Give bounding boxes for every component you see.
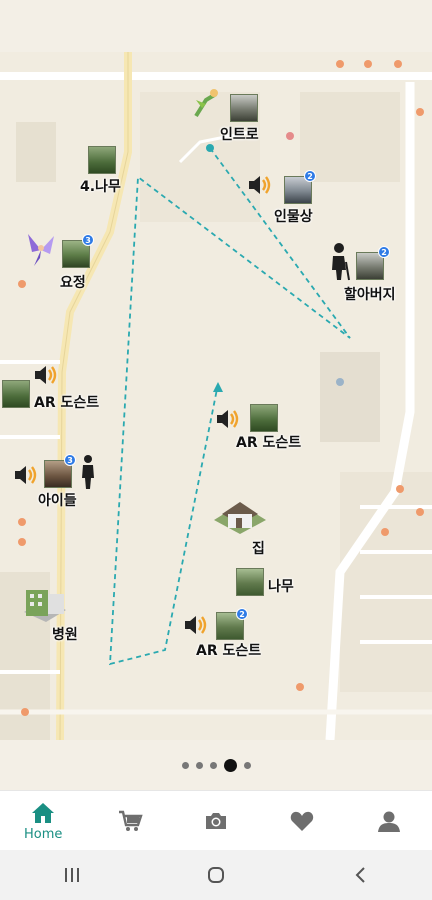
nav-favorites[interactable] bbox=[259, 791, 345, 850]
poi-ar-docent-1-label: AR 도슨트 bbox=[34, 395, 100, 411]
poi-tree-label: 나무 bbox=[268, 579, 294, 595]
grandpa-badge: 2 bbox=[378, 246, 390, 258]
back-button[interactable] bbox=[330, 855, 390, 895]
user-icon bbox=[377, 811, 400, 832]
audio-speaker-icon bbox=[249, 176, 271, 194]
page-dot[interactable] bbox=[209, 761, 217, 769]
poi-intro-label: 인트로 bbox=[220, 127, 259, 143]
poi-kids-label: 아이들 bbox=[38, 493, 77, 509]
home-circle-icon bbox=[208, 867, 224, 883]
ar3-badge: 2 bbox=[236, 608, 248, 620]
ar1-thumbnail bbox=[2, 380, 30, 408]
heart-icon bbox=[291, 811, 314, 831]
fairy-badge: 3 bbox=[82, 234, 94, 246]
page-dot[interactable] bbox=[243, 761, 251, 769]
audio-speaker-icon bbox=[217, 410, 239, 428]
page-dot[interactable] bbox=[181, 761, 189, 769]
nav-camera[interactable] bbox=[173, 791, 259, 850]
poi-statue-label: 인물상 bbox=[274, 209, 313, 225]
grandpa-silhouette-icon bbox=[332, 243, 350, 281]
poi-fairy-label: 요정 bbox=[60, 275, 86, 291]
nav-home-label: Home bbox=[24, 826, 63, 842]
home-icon bbox=[32, 802, 55, 823]
back-icon bbox=[355, 867, 365, 883]
bottom-navigation: Home bbox=[0, 790, 432, 850]
audio-speaker-icon bbox=[15, 466, 37, 484]
audio-speaker-icon bbox=[35, 366, 57, 384]
nav-shop[interactable] bbox=[86, 791, 172, 850]
child-silhouette-icon bbox=[82, 455, 94, 489]
tree4-thumbnail bbox=[88, 146, 116, 174]
cart-icon bbox=[118, 810, 143, 831]
nav-home[interactable]: Home bbox=[0, 791, 86, 850]
poi-hospital-label: 병원 bbox=[52, 627, 78, 643]
page-dot-active[interactable] bbox=[223, 758, 237, 772]
fairy-figure-icon bbox=[194, 89, 218, 118]
poi-tree-4-label: 4.나무 bbox=[80, 179, 121, 195]
audio-speaker-icon bbox=[185, 616, 207, 634]
tree-thumbnail bbox=[236, 568, 264, 596]
intro-thumbnail bbox=[230, 94, 258, 122]
poi-ar-docent-2-label: AR 도슨트 bbox=[236, 435, 302, 451]
system-home-button[interactable] bbox=[186, 855, 246, 895]
nav-profile[interactable] bbox=[346, 791, 432, 850]
recent-apps-button[interactable] bbox=[42, 855, 102, 895]
statue-badge: 2 bbox=[304, 170, 316, 182]
page-indicator[interactable] bbox=[0, 750, 432, 780]
hospital-building-icon bbox=[24, 590, 66, 622]
recent-apps-icon bbox=[65, 868, 79, 882]
page-dot[interactable] bbox=[195, 761, 203, 769]
status-bar bbox=[0, 0, 432, 52]
system-navigation-bar bbox=[0, 850, 432, 900]
camera-icon bbox=[206, 812, 227, 829]
map-view[interactable]: 인트로 4.나무 2 인물상 3 요정 2 할아버지 AR 도슨트 AR 도슨트… bbox=[0, 52, 432, 740]
ar2-thumbnail bbox=[250, 404, 278, 432]
kids-badge: 3 bbox=[64, 454, 76, 466]
poi-house-label: 집 bbox=[252, 541, 265, 557]
poi-ar-docent-3-label: AR 도슨트 bbox=[196, 643, 262, 659]
poi-grandpa-label: 할아버지 bbox=[344, 287, 396, 303]
fairy-wings-icon bbox=[28, 234, 54, 266]
house-icon bbox=[214, 502, 266, 534]
